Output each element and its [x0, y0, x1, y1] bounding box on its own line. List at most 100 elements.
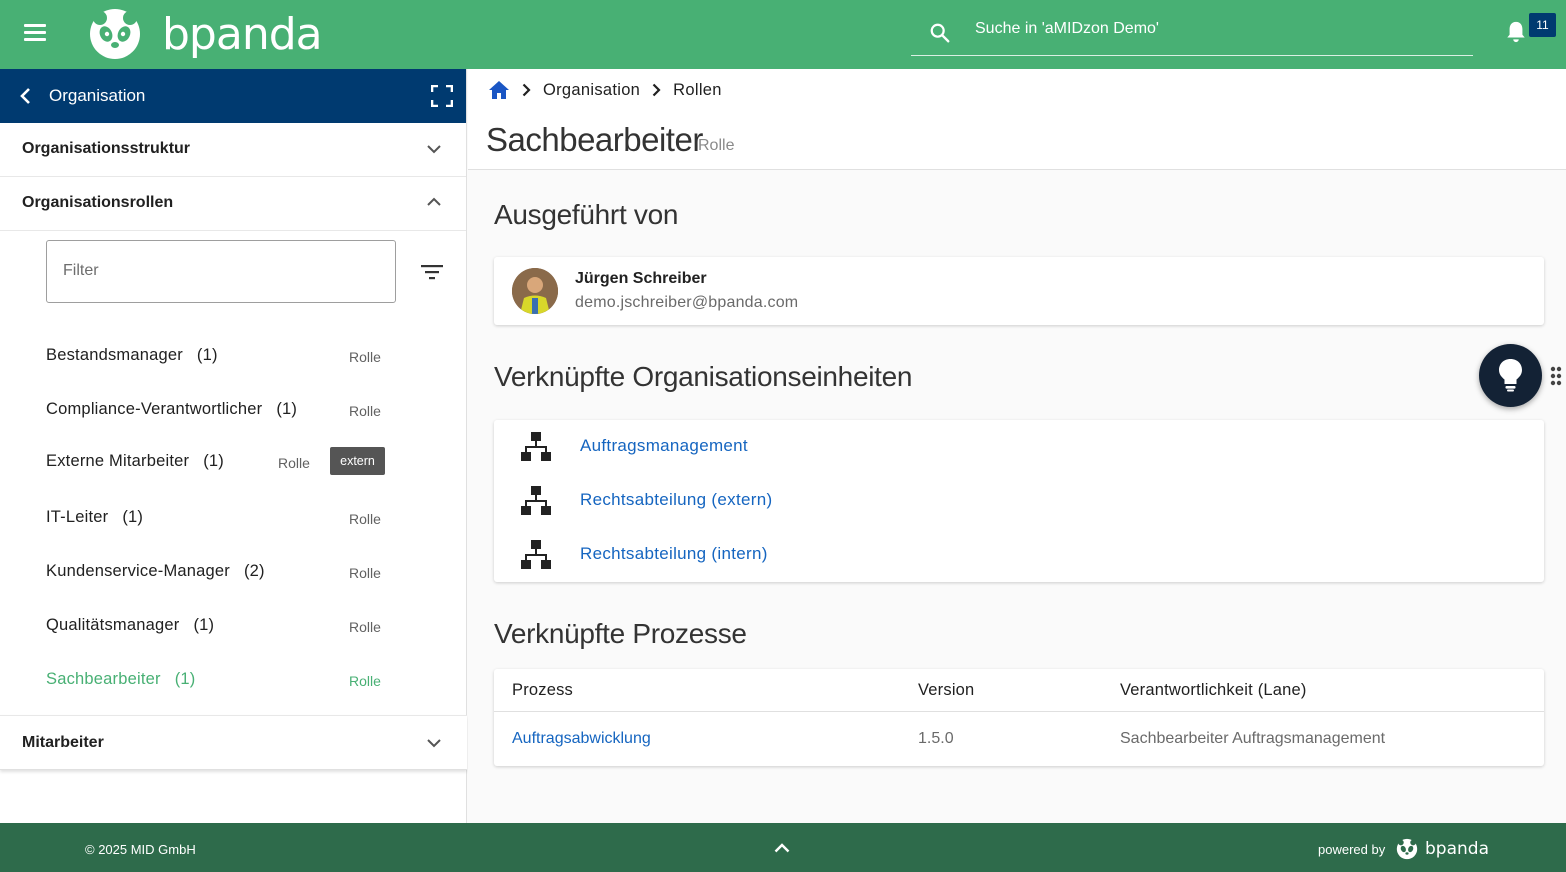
role-count: (1): [174, 670, 196, 688]
chevron-up-icon: [427, 197, 441, 206]
process-version: 1.5.0: [918, 730, 954, 747]
role-count: (1): [276, 400, 298, 418]
role-count: (1): [196, 346, 218, 364]
person-name: Jürgen Schreiber: [575, 270, 707, 287]
role-type: Rolle: [349, 511, 381, 527]
role-count: (1): [193, 616, 215, 634]
main-content: Organisation Rollen Sachbearbeiter Rolle…: [468, 69, 1566, 823]
org-units-card: Auftragsmanagement Rechtsabteilung (exte…: [494, 420, 1544, 582]
role-type: Rolle: [349, 349, 381, 365]
process-link[interactable]: Auftragsabwicklung: [512, 730, 651, 748]
column-header-process: Prozess: [512, 681, 574, 699]
role-type: Rolle: [278, 455, 310, 471]
divider: [494, 711, 1544, 712]
avatar: [512, 268, 558, 314]
list-item: Auftragsmanagement: [494, 420, 1544, 474]
role-name: Qualitätsmanager: [46, 616, 180, 634]
section-organisationsrollen[interactable]: Organisationsrollen: [0, 177, 466, 231]
role-item-compliance-verantwortlicher[interactable]: Compliance-Verantwortlicher (1) Rolle: [0, 382, 465, 436]
org-unit-link[interactable]: Rechtsabteilung (extern): [580, 490, 772, 510]
footer-brand[interactable]: bpanda: [1425, 839, 1489, 859]
footer: © 2025 MID GmbH powered by bpanda: [0, 823, 1566, 872]
page-header: Organisation Rollen Sachbearbeiter Rolle: [468, 69, 1566, 170]
role-name: Kundenservice-Manager: [46, 562, 230, 580]
process-lane: Sachbearbeiter Auftragsmanagement: [1120, 730, 1386, 747]
search-icon[interactable]: [929, 22, 951, 44]
role-type: Rolle: [349, 619, 381, 635]
brand-name: bpanda: [162, 8, 323, 60]
search-bar: [911, 10, 1473, 56]
home-icon[interactable]: [488, 80, 510, 100]
role-name: Externe Mitarbeiter: [46, 452, 190, 470]
panda-icon: [1396, 838, 1418, 860]
section-title-org-units: Verknüpfte Organisationseinheiten: [494, 361, 913, 392]
section-mitarbeiter[interactable]: Mitarbeiter: [0, 715, 467, 770]
role-item-kundenservice-manager[interactable]: Kundenservice-Manager (2) Rolle: [0, 544, 465, 598]
org-structure-icon: [521, 486, 551, 515]
list-item: Rechtsabteilung (extern): [494, 474, 1544, 528]
org-structure-icon: [521, 432, 551, 461]
person-email: demo.jschreiber@bpanda.com: [575, 294, 799, 311]
chevron-right-icon: [522, 83, 531, 97]
role-type: Rolle: [349, 403, 381, 419]
filter-field[interactable]: [46, 240, 396, 303]
top-bar: bpanda 11: [0, 0, 1566, 69]
section-title-processes: Verknüpfte Prozesse: [494, 618, 747, 649]
role-name: Bestandsmanager: [46, 346, 183, 364]
page-title: Sachbearbeiter: [486, 121, 703, 158]
chevron-left-icon[interactable]: [18, 87, 32, 105]
copyright: © 2025 MID GmbH: [85, 842, 196, 857]
role-item-it-leiter[interactable]: IT-Leiter (1) Rolle: [0, 490, 465, 544]
sidebar-header: Organisation: [0, 69, 466, 123]
role-item-externe-mitarbeiter[interactable]: Externe Mitarbeiter (1) Rolle extern: [0, 434, 465, 488]
column-header-version: Version: [918, 681, 975, 699]
panda-icon: [90, 9, 140, 59]
role-item-bestandsmanager[interactable]: Bestandsmanager (1) Rolle: [0, 328, 465, 382]
chevron-down-icon: [427, 739, 441, 748]
person-card[interactable]: Jürgen Schreiber demo.jschreiber@bpanda.…: [494, 257, 1544, 325]
processes-table: Prozess Version Verantwortlichkeit (Lane…: [494, 669, 1544, 766]
role-name: Compliance-Verantwortlicher: [46, 400, 263, 418]
section-organisationsstruktur[interactable]: Organisationsstruktur: [0, 123, 466, 177]
role-type: Rolle: [349, 673, 381, 689]
page-subtitle: Rolle: [698, 137, 735, 154]
role-name: Sachbearbeiter: [46, 670, 161, 688]
breadcrumb: Organisation Rollen: [488, 80, 722, 100]
filter-input[interactable]: [63, 262, 363, 280]
role-count: (1): [203, 452, 224, 470]
role-item-sachbearbeiter[interactable]: Sachbearbeiter (1) Rolle: [0, 652, 465, 706]
column-header-lane: Verantwortlichkeit (Lane): [1120, 681, 1307, 699]
org-unit-link[interactable]: Auftragsmanagement: [580, 436, 748, 456]
role-count: (1): [122, 508, 144, 526]
org-structure-icon: [521, 540, 551, 569]
extern-tag: extern: [330, 447, 385, 475]
chevron-up-icon[interactable]: [774, 843, 790, 853]
menu-icon[interactable]: [24, 24, 46, 42]
section-title-executed-by: Ausgeführt von: [494, 199, 679, 230]
filter-list-icon[interactable]: [421, 264, 443, 280]
notification-badge[interactable]: 11: [1529, 13, 1556, 37]
lightbulb-icon: [1499, 359, 1522, 392]
section-label: Organisationsstruktur: [22, 140, 191, 157]
breadcrumb-organisation[interactable]: Organisation: [543, 81, 640, 100]
search-input[interactable]: [975, 20, 1455, 38]
org-unit-link[interactable]: Rechtsabteilung (intern): [580, 544, 768, 564]
role-name: IT-Leiter: [46, 508, 109, 526]
role-item-qualitaetsmanager[interactable]: Qualitätsmanager (1) Rolle: [0, 598, 465, 652]
role-type: Rolle: [349, 565, 381, 581]
chevron-right-icon: [652, 83, 661, 97]
tips-button[interactable]: [1479, 344, 1542, 407]
fullscreen-icon[interactable]: [431, 85, 453, 107]
chevron-down-icon: [427, 145, 441, 154]
list-item: Rechtsabteilung (intern): [494, 528, 1544, 582]
sidebar: Organisation Organisationsstruktur Organ…: [0, 69, 467, 823]
bell-icon[interactable]: [1505, 20, 1527, 44]
section-label: Mitarbeiter: [22, 734, 104, 751]
sidebar-title: Organisation: [49, 86, 146, 105]
section-label: Organisationsrollen: [22, 194, 174, 211]
breadcrumb-rollen[interactable]: Rollen: [673, 81, 722, 100]
brand-logo[interactable]: bpanda: [88, 6, 323, 62]
role-count: (2): [243, 562, 265, 580]
powered-by-label: powered by: [1318, 842, 1386, 857]
drag-handle-icon[interactable]: [1550, 366, 1562, 386]
